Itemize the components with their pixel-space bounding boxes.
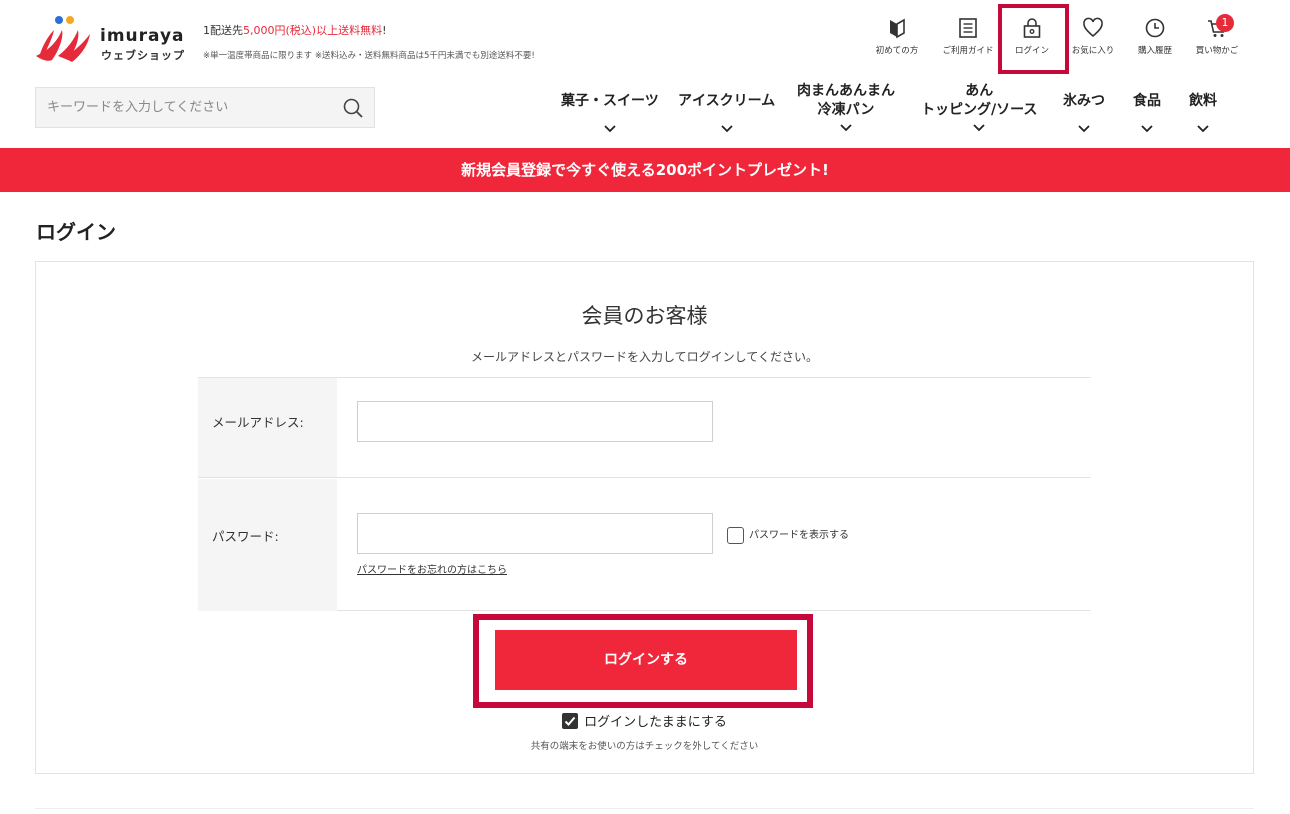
shipping-promo-note: ※単一温度帯商品に限ります ※送料込み・送料無料商品は5千円未満でも別途送料不要… <box>203 51 535 61</box>
category-sweets-label: 菓子・スイーツ <box>561 93 659 109</box>
promo-suffix: ! <box>382 24 387 37</box>
email-field[interactable] <box>357 401 713 442</box>
show-password-label: パスワードを表示する <box>749 530 849 541</box>
page-title: ログイン <box>36 220 116 244</box>
login-form: メールアドレス: パスワード: パスワードを表示する パスワードをお忘れの方はこ… <box>198 377 1091 611</box>
login-panel: 会員のお客様 メールアドレスとパスワードを入力してログインしてください。 メール… <box>35 261 1254 774</box>
nav-history-label: 購入履歴 <box>1137 46 1172 56</box>
category-drinks[interactable]: 飲料 <box>1189 92 1217 134</box>
keep-login-note: 共有の端末をお使いの方はチェックを外してください <box>530 741 759 752</box>
footer-divider <box>35 808 1254 809</box>
checkmark-icon <box>564 716 576 726</box>
category-nikuman-sublabel: 冷凍パン <box>817 102 875 118</box>
chevron-down-icon <box>604 125 616 133</box>
category-an-topping[interactable]: あん トッピング/ソース <box>921 82 1037 133</box>
password-label: パスワード: <box>212 529 279 544</box>
brand-subtitle[interactable]: ウェブショップ <box>101 47 185 63</box>
show-password-toggle[interactable]: パスワードを表示する <box>727 526 849 544</box>
email-label-cell: メールアドレス: <box>198 378 337 477</box>
promo-highlight: 5,000円(税込)以上送料無料 <box>243 24 383 37</box>
site-header: imuraya ウェブショップ 1配送先5,000円(税込)以上送料無料! ※単… <box>0 0 1290 148</box>
clock-icon <box>1145 18 1165 38</box>
keep-login-checkbox[interactable] <box>562 713 579 729</box>
forgot-password-link[interactable]: パスワードをお忘れの方はこちら <box>357 561 507 576</box>
search-icon[interactable] <box>342 97 364 119</box>
category-drinks-label: 飲料 <box>1189 93 1217 109</box>
nav-cart-label: 買い物かご <box>1195 46 1239 56</box>
category-sweets[interactable]: 菓子・スイーツ <box>561 92 659 134</box>
category-topping-label: トッピング/ソース <box>921 102 1038 118</box>
category-food[interactable]: 食品 <box>1133 92 1161 134</box>
category-nikuman[interactable]: 肉まんあんまん 冷凍パン <box>797 82 895 133</box>
heart-icon <box>1083 17 1103 38</box>
cart-count-badge: 1 <box>1216 14 1234 32</box>
password-row: パスワード: パスワードを表示する パスワードをお忘れの方はこちら <box>198 479 1091 611</box>
chevron-down-icon <box>840 124 852 132</box>
login-description: メールアドレスとパスワードを入力してログインしてください。 <box>471 350 818 364</box>
nav-guide[interactable]: ご利用ガイド <box>933 14 1003 56</box>
beginner-mark-icon <box>890 18 905 39</box>
email-row: メールアドレス: <box>198 378 1091 478</box>
chevron-down-icon <box>1078 125 1090 133</box>
member-heading: 会員のお客様 <box>581 304 708 328</box>
shipping-promo: 1配送先5,000円(税込)以上送料無料! <box>203 22 387 38</box>
chevron-down-icon <box>1197 125 1209 133</box>
chevron-down-icon <box>1141 125 1153 133</box>
keep-login-label: ログインしたままにする <box>584 715 727 730</box>
search-box <box>35 87 375 128</box>
search-input[interactable] <box>36 88 336 127</box>
member-signup-banner[interactable]: 新規会員登録で今すぐ使える200ポイントプレゼント! <box>0 148 1290 192</box>
category-nikuman-label: 肉まんあんまん <box>797 83 895 99</box>
login-highlight-frame <box>998 4 1069 74</box>
category-an-label: あん <box>965 83 994 99</box>
chevron-down-icon <box>720 125 733 133</box>
nav-beginner-label: 初めての方 <box>875 46 919 56</box>
nav-history[interactable]: 購入履歴 <box>1120 14 1190 56</box>
keep-login-option[interactable]: ログインしたままにする <box>36 711 1253 730</box>
show-password-checkbox[interactable] <box>727 526 744 544</box>
category-ice-cream-label: アイスクリーム <box>678 93 776 109</box>
password-field[interactable] <box>357 513 713 554</box>
nav-beginner[interactable]: 初めての方 <box>862 14 932 56</box>
category-ice-cream[interactable]: アイスクリーム <box>678 92 775 134</box>
login-button-highlight-frame: ログインする <box>473 614 813 708</box>
guide-document-icon <box>959 18 977 38</box>
category-syrup[interactable]: 氷みつ <box>1063 92 1105 134</box>
category-food-label: 食品 <box>1133 93 1161 109</box>
login-submit-button[interactable]: ログインする <box>495 630 797 690</box>
chevron-down-icon <box>973 124 985 132</box>
password-label-cell: パスワード: <box>198 479 337 611</box>
category-syrup-label: 氷みつ <box>1063 93 1105 109</box>
imuraya-logo[interactable] <box>34 16 94 64</box>
email-label: メールアドレス: <box>212 415 304 430</box>
promo-prefix: 1配送先 <box>203 24 243 37</box>
brand-name[interactable]: imuraya <box>100 26 185 46</box>
nav-guide-label: ご利用ガイド <box>942 46 994 56</box>
